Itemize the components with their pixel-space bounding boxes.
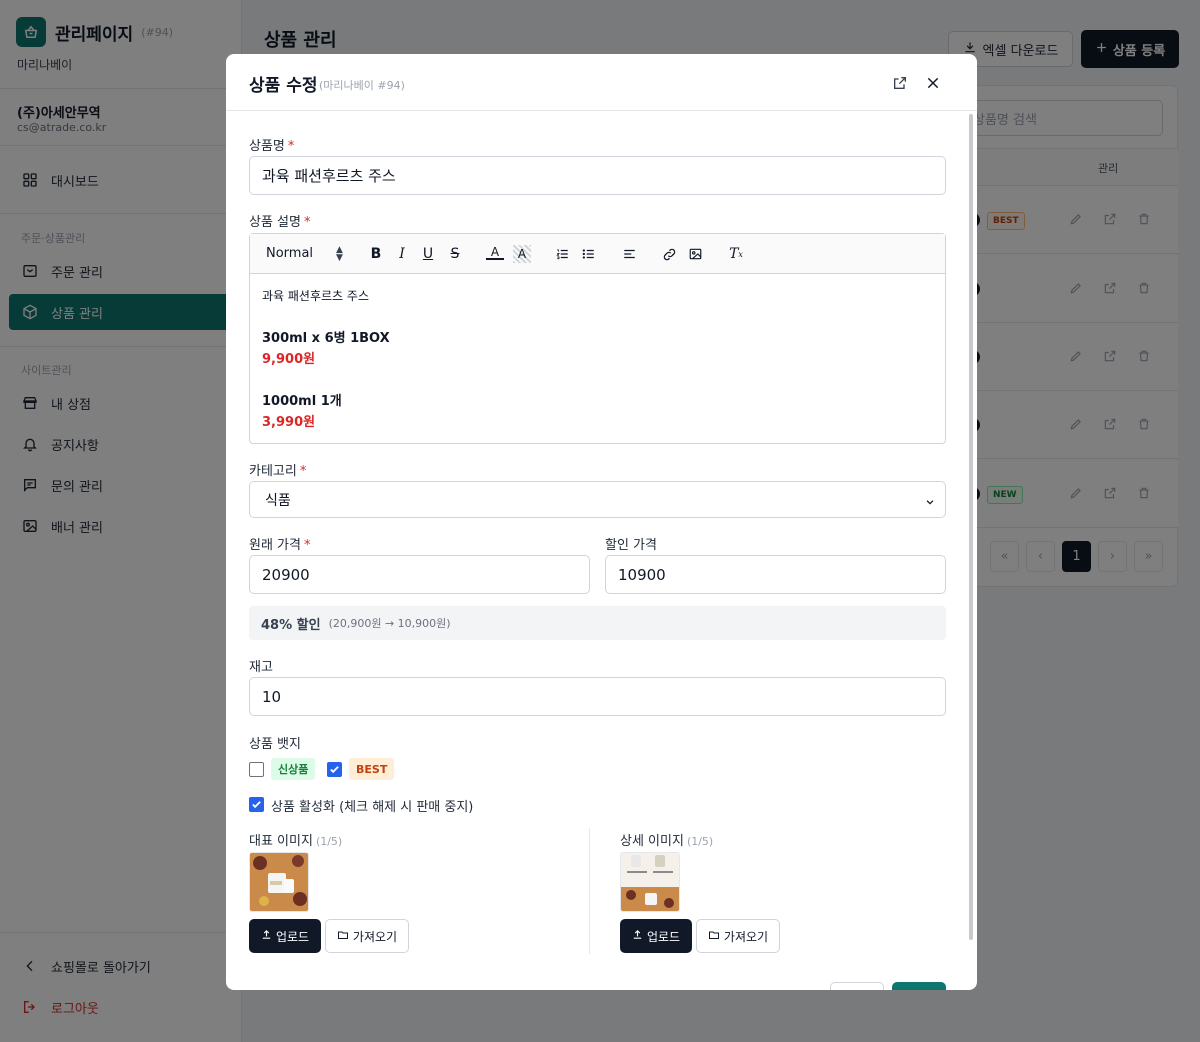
category-select[interactable]: 식품 xyxy=(249,481,946,518)
underline-icon[interactable]: U xyxy=(419,245,437,263)
detail-image-thumbnail[interactable] xyxy=(620,852,680,912)
modal-title: 상품 수정 xyxy=(249,76,318,96)
label-text: 상품명 xyxy=(249,139,285,154)
import-label: 가져오기 xyxy=(352,929,398,944)
sale-price-input[interactable]: 10900 xyxy=(605,555,946,594)
rich-text-editor: Normal ▲ ▼ B I U S A A Tx 과육 패션후르츠 주스 300… xyxy=(249,233,946,444)
desc-option: 300ml x 6병 1BOX xyxy=(262,331,390,346)
main-image-upload-button[interactable]: 업로드 xyxy=(249,919,321,953)
italic-icon[interactable]: I xyxy=(393,245,411,263)
stock-label: 재고 xyxy=(249,660,273,675)
main-image-label: 대표 이미지 (1/5) xyxy=(249,830,342,849)
folder-icon xyxy=(337,929,349,944)
clear-format-icon[interactable]: Tx xyxy=(727,245,745,263)
product-desc-label: 상품 설명 * xyxy=(249,211,310,230)
label-text: 상품 설명 xyxy=(249,215,301,230)
desc-line: 과육 패션후르츠 주스 xyxy=(262,289,369,303)
product-name-input[interactable]: 과육 패션후르츠 주스 xyxy=(249,156,946,195)
editor-toolbar: Normal ▲ ▼ B I U S A A Tx xyxy=(250,234,945,274)
highlight-icon[interactable]: A xyxy=(513,245,531,263)
upload-icon xyxy=(261,929,272,943)
format-select[interactable]: Normal xyxy=(266,246,313,261)
label-text: 대표 이미지 xyxy=(249,834,313,849)
stock-input[interactable]: 10 xyxy=(249,677,946,716)
edit-product-modal: 상품 수정 (마리나베이 #94) 상품명 * 과육 패션후르츠 주스 상품 설명… xyxy=(226,54,977,990)
badge-best-checkbox[interactable] xyxy=(327,762,342,777)
modal-header: 상품 수정 (마리나베이 #94) xyxy=(226,54,977,111)
link-icon[interactable] xyxy=(660,245,678,263)
desc-price: 3,990원 xyxy=(262,415,316,430)
badge-best-pill: BEST xyxy=(349,758,395,780)
desc-option: 1000ml 1개 xyxy=(262,394,342,409)
close-icon[interactable] xyxy=(923,73,943,93)
detail-image-label: 상세 이미지 (1/5) xyxy=(620,830,713,849)
cancel-button[interactable] xyxy=(830,982,884,990)
desc-blank xyxy=(262,370,390,391)
badge-new-pill: 신상품 xyxy=(271,758,316,780)
ordered-list-icon[interactable] xyxy=(553,245,571,263)
detail-image-import-button[interactable]: 가져오기 xyxy=(696,919,780,953)
chevron-down-icon xyxy=(925,495,935,511)
required-mark: * xyxy=(287,139,295,154)
image-count: (1/5) xyxy=(315,835,343,848)
active-label: 상품 활성화 (체크 해제 시 판매 중지) xyxy=(271,800,474,815)
label-text: 원래 가격 xyxy=(249,538,301,553)
badge-label: 상품 뱃지 xyxy=(249,737,301,752)
discount-detail: (20,900원 → 10,900원) xyxy=(328,617,451,630)
detail-image-upload-button[interactable]: 업로드 xyxy=(620,919,692,953)
folder-icon xyxy=(708,929,720,944)
save-button[interactable] xyxy=(892,982,946,990)
upload-icon xyxy=(632,929,643,943)
bold-icon[interactable]: B xyxy=(367,245,385,263)
align-icon[interactable] xyxy=(620,245,638,263)
sale-price-label: 할인 가격 xyxy=(605,538,657,553)
main-image-import-button[interactable]: 가져오기 xyxy=(325,919,409,953)
image-icon[interactable] xyxy=(686,245,704,263)
required-mark: * xyxy=(299,464,307,479)
import-label: 가져오기 xyxy=(723,929,769,944)
required-mark: * xyxy=(303,538,311,553)
original-price-label: 원래 가격 * xyxy=(249,534,310,553)
editor-content[interactable]: 과육 패션후르츠 주스 300ml x 6병 1BOX 9,900원 1000m… xyxy=(262,286,390,433)
check-icon xyxy=(330,766,339,774)
upload-label: 업로드 xyxy=(646,929,681,944)
desc-price: 9,900원 xyxy=(262,352,316,367)
badge-new-checkbox[interactable] xyxy=(249,762,264,777)
label-text: 상세 이미지 xyxy=(620,834,684,849)
discount-percent: 48% 할인 xyxy=(261,617,321,633)
upload-label: 업로드 xyxy=(275,929,310,944)
label-text: 카테고리 xyxy=(249,464,297,479)
select-arrows-icon: ▲ ▼ xyxy=(336,245,343,263)
open-new-window-icon[interactable] xyxy=(890,73,910,93)
original-price-input[interactable]: 20900 xyxy=(249,555,590,594)
required-mark: * xyxy=(303,215,311,230)
strikethrough-icon[interactable]: S xyxy=(446,245,464,263)
image-count: (1/5) xyxy=(686,835,714,848)
image-section-divider xyxy=(589,828,590,954)
category-value: 식품 xyxy=(265,492,291,509)
active-checkbox[interactable] xyxy=(249,797,264,812)
product-name-label: 상품명 * xyxy=(249,135,294,154)
text-color-icon[interactable]: A xyxy=(486,245,504,260)
main-image-thumbnail[interactable] xyxy=(249,852,309,912)
bullet-list-icon[interactable] xyxy=(579,245,597,263)
scrollbar[interactable] xyxy=(969,114,973,940)
discount-summary: 48% 할인 (20,900원 → 10,900원) xyxy=(249,606,946,640)
desc-blank xyxy=(262,307,390,328)
category-label: 카테고리 * xyxy=(249,460,306,479)
modal-subtitle: (마리나베이 #94) xyxy=(319,79,405,92)
check-icon xyxy=(252,801,261,809)
